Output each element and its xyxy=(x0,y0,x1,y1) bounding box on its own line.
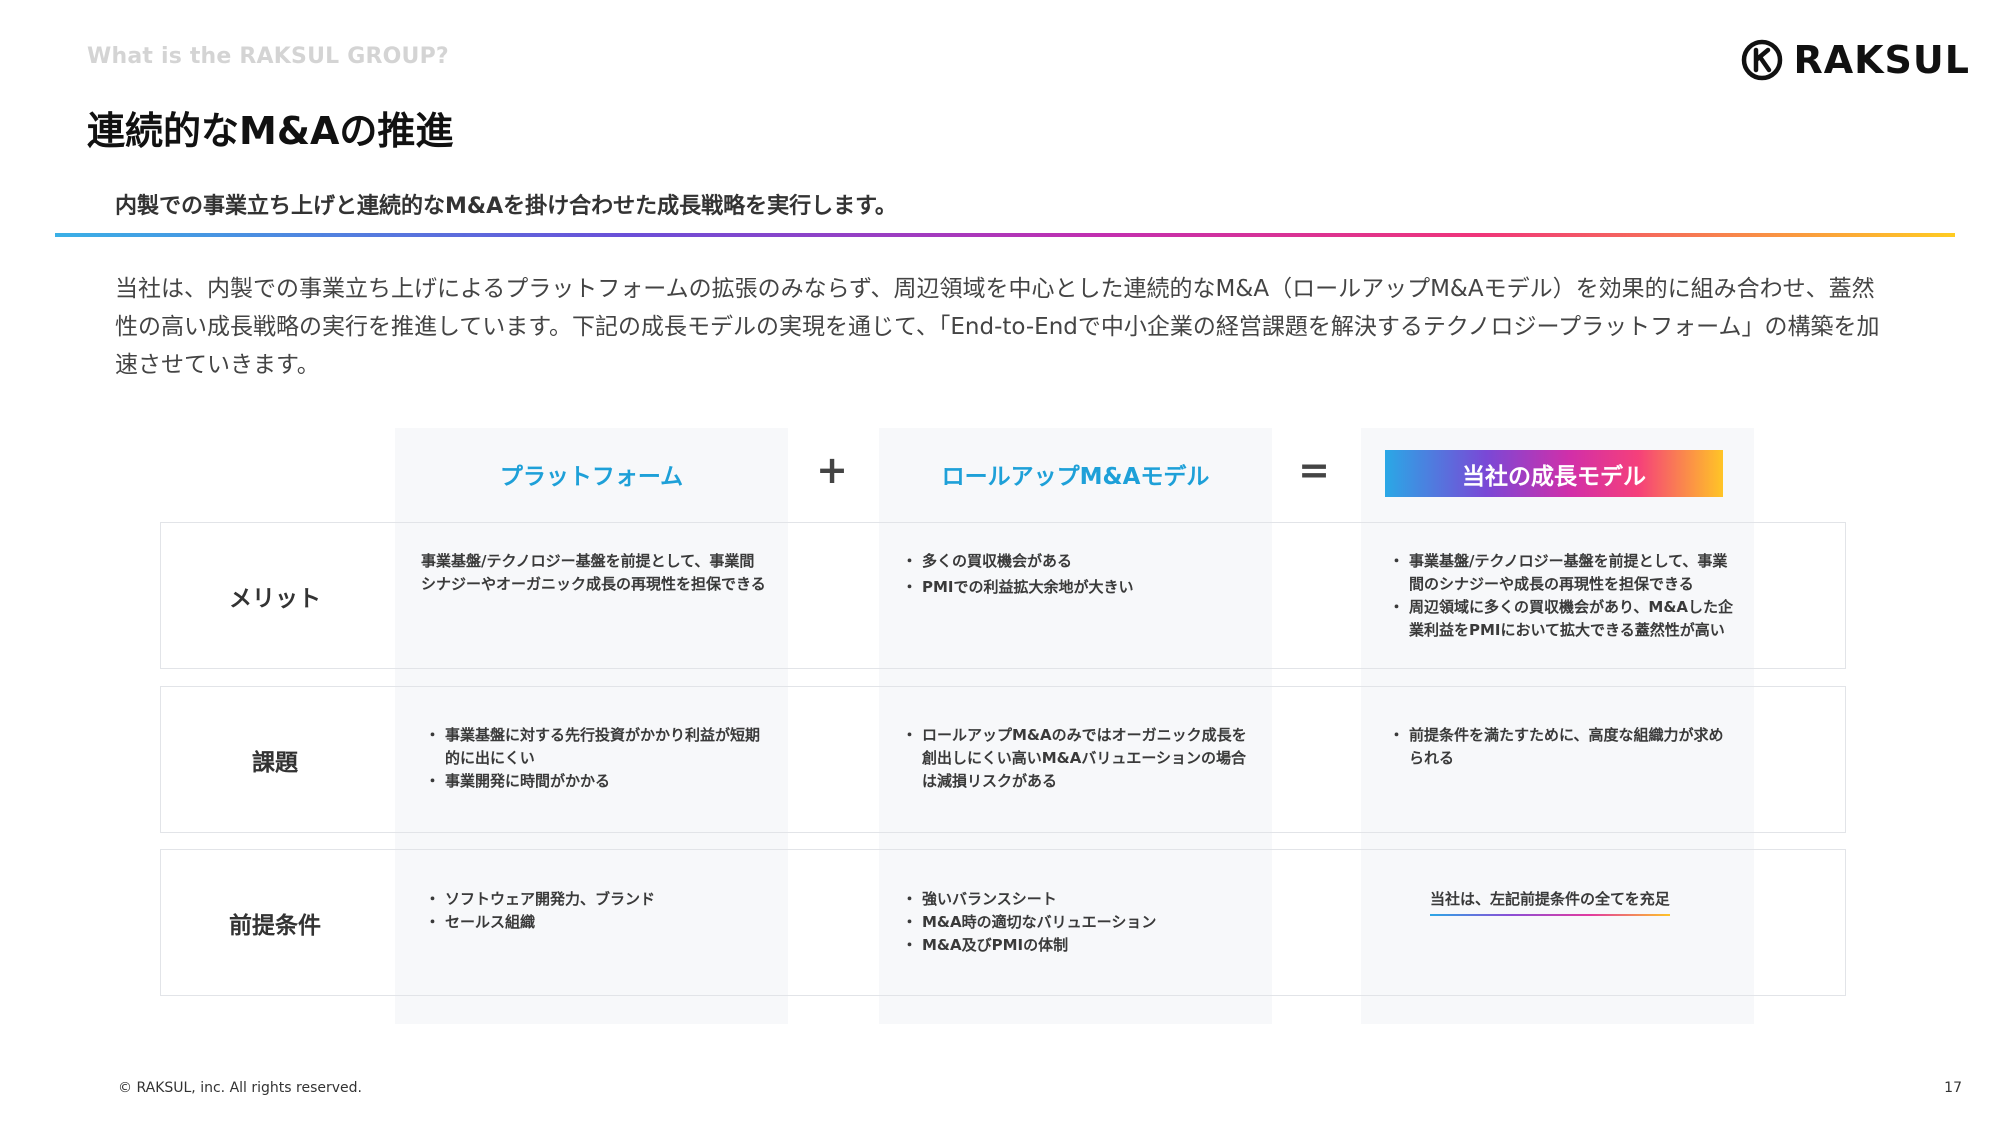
page-title: 連続的なM&Aの推進 xyxy=(87,109,454,153)
plus-operator: + xyxy=(816,448,848,492)
list-item: PMIでの利益拡大余地が大きい xyxy=(902,576,1251,599)
column-header-platform: プラットフォーム xyxy=(499,464,684,490)
cell-prerequisite-rollup: 強いバランスシート M&A時の適切なバリュエーション M&A及びPMIの体制 xyxy=(902,888,1251,957)
page-subtitle: 内製での事業立ち上げと連続的なM&Aを掛け合わせた成長戦略を実行します。 xyxy=(115,194,897,219)
row-label-merit: メリット xyxy=(229,585,321,612)
footer-copyright: © RAKSUL, inc. All rights reserved. xyxy=(118,1080,362,1096)
list-item: ソフトウェア開発力、ブランド xyxy=(425,888,774,911)
cell-merit-platform: 事業基盤/テクノロジー基盤を前提として、事業間シナジーやオーガニック成長の再現性… xyxy=(421,550,766,596)
row-label-issue: 課題 xyxy=(252,749,298,776)
list-item: 事業基盤/テクノロジー基盤を前提として、事業間のシナジーや成長の再現性を担保でき… xyxy=(1389,550,1738,596)
page-number: 17 xyxy=(1944,1080,1962,1096)
gradient-divider xyxy=(55,233,1955,237)
list-item: 強いバランスシート xyxy=(902,888,1251,911)
cell-prerequisite-growth: 当社は、左記前提条件の全てを充足 xyxy=(1430,888,1750,916)
cell-prerequisite-platform: ソフトウェア開発力、ブランド セールス組織 xyxy=(425,888,774,934)
cell-merit-growth: 事業基盤/テクノロジー基盤を前提として、事業間のシナジーや成長の再現性を担保でき… xyxy=(1389,550,1738,642)
cell-merit-rollup: 多くの買収機会がある PMIでの利益拡大余地が大きい xyxy=(902,550,1251,599)
list-item: 事業開発に時間がかかる xyxy=(425,770,774,793)
list-item: 前提条件を満たすために、高度な組織力が求められる xyxy=(1389,724,1738,770)
cell-issue-rollup: ロールアップM&Aのみではオーガニック成長を創出しにくい高いM&Aバリュエーショ… xyxy=(902,724,1251,793)
intro-paragraph: 当社は、内製での事業立ち上げによるプラットフォームの拡張のみならず、周辺領域を中… xyxy=(115,276,1880,378)
list-item: 事業基盤に対する先行投資がかかり利益が短期的に出にくい xyxy=(425,724,774,770)
list-item: セールス組織 xyxy=(425,911,774,934)
cell-issue-growth: 前提条件を満たすために、高度な組織力が求められる xyxy=(1389,724,1738,770)
list-item: M&A及びPMIの体制 xyxy=(902,934,1251,957)
list-item: ロールアップM&Aのみではオーガニック成長を創出しにくい高いM&Aバリュエーショ… xyxy=(902,724,1251,793)
raksul-logo-icon xyxy=(1742,39,1783,81)
column-header-rollup: ロールアップM&Aモデル xyxy=(941,464,1210,490)
highlighted-statement: 当社は、左記前提条件の全てを充足 xyxy=(1430,888,1670,916)
logo-wordmark: RAKSUL xyxy=(1793,38,1970,82)
column-header-growth: 当社の成長モデル xyxy=(1385,450,1723,497)
raksul-logo: RAKSUL xyxy=(1741,38,1970,82)
list-item: M&A時の適切なバリュエーション xyxy=(902,911,1251,934)
list-item: 多くの買収機会がある xyxy=(902,550,1251,573)
cell-text: 事業基盤/テクノロジー基盤を前提として、事業間シナジーやオーガニック成長の再現性… xyxy=(421,552,766,593)
section-eyebrow: What is the RAKSUL GROUP? xyxy=(87,44,449,69)
row-label-prerequisite: 前提条件 xyxy=(229,912,321,939)
cell-issue-platform: 事業基盤に対する先行投資がかかり利益が短期的に出にくい 事業開発に時間がかかる xyxy=(425,724,774,793)
equals-operator: = xyxy=(1298,448,1330,492)
list-item: 周辺領域に多くの買収機会があり、M&Aした企業利益をPMIにおいて拡大できる蓋然… xyxy=(1389,596,1738,642)
